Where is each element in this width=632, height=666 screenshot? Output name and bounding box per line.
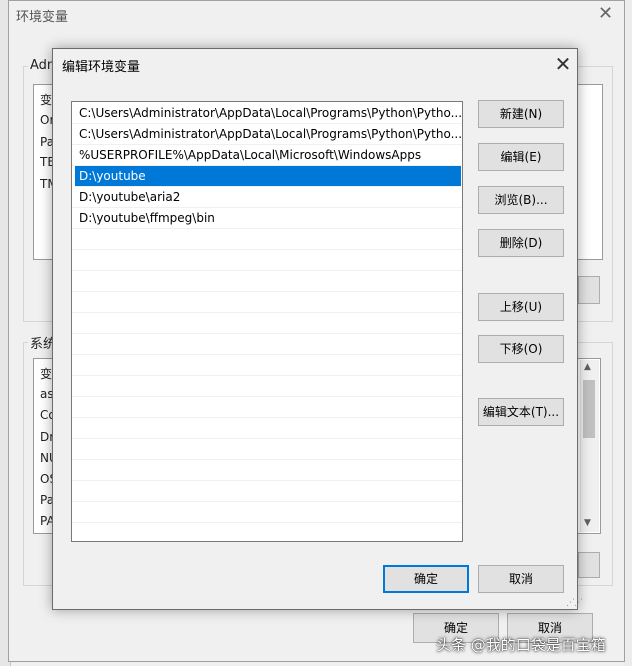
system-list-scrollbar-thumb[interactable] [583, 380, 595, 438]
empty-row [72, 418, 462, 439]
cancel-button[interactable]: 取消 [478, 565, 564, 593]
path-entry-row[interactable]: D:\youtube\aria2 [72, 187, 462, 208]
empty-row [72, 481, 462, 502]
user-variables-delete-button-edge[interactable] [578, 276, 600, 304]
dialog-title: 编辑环境变量 [62, 60, 141, 75]
empty-row [72, 292, 462, 313]
move-down-button[interactable]: 下移(O) [478, 335, 564, 363]
watermark-text: 头条 @我的口袋是百宝箱 [436, 636, 606, 654]
system-variables-delete-button-edge[interactable] [578, 552, 600, 578]
path-entry-row[interactable]: C:\Users\Administrator\AppData\Local\Pro… [72, 103, 462, 124]
scroll-up-icon[interactable]: ▲ [584, 362, 591, 372]
empty-row [72, 502, 462, 523]
new-button[interactable]: 新建(N) [478, 100, 564, 128]
empty-row [72, 250, 462, 271]
move-up-button[interactable]: 上移(U) [478, 293, 564, 321]
background-dialog-title: 环境变量 [16, 10, 69, 25]
resize-grip-icon[interactable]: ⋰⋰ [566, 598, 583, 608]
path-entries-list[interactable]: C:\Users\Administrator\AppData\Local\Pro… [71, 101, 463, 542]
path-entry-row-selected[interactable]: D:\youtube [75, 166, 461, 187]
edit-button[interactable]: 编辑(E) [478, 143, 564, 171]
ok-button[interactable]: 确定 [383, 565, 469, 593]
path-entry-row[interactable]: C:\Users\Administrator\AppData\Local\Pro… [72, 124, 462, 145]
empty-row [72, 523, 462, 541]
empty-row [72, 271, 462, 292]
background-close-icon[interactable]: ✕ [598, 3, 613, 24]
user-variables-header: 变 [40, 93, 53, 107]
browse-button[interactable]: 浏览(B)... [478, 186, 564, 214]
empty-row [72, 397, 462, 418]
close-icon[interactable]: ✕ [553, 52, 573, 76]
path-entry-row[interactable]: D:\youtube\ffmpeg\bin [72, 208, 462, 229]
empty-row [72, 439, 462, 460]
empty-row [72, 229, 462, 250]
background-window-edge-right [624, 0, 632, 666]
empty-row [72, 376, 462, 397]
edit-text-button[interactable]: 编辑文本(T)... [478, 398, 564, 426]
empty-row [72, 460, 462, 481]
delete-button[interactable]: 删除(D) [478, 229, 564, 257]
empty-row [72, 334, 462, 355]
scroll-down-icon[interactable]: ▼ [584, 518, 591, 528]
system-variables-header: 变 [40, 367, 53, 381]
empty-row [72, 355, 462, 376]
empty-row [72, 313, 462, 334]
path-entry-row[interactable]: %USERPROFILE%\AppData\Local\Microsoft\Wi… [72, 145, 462, 166]
